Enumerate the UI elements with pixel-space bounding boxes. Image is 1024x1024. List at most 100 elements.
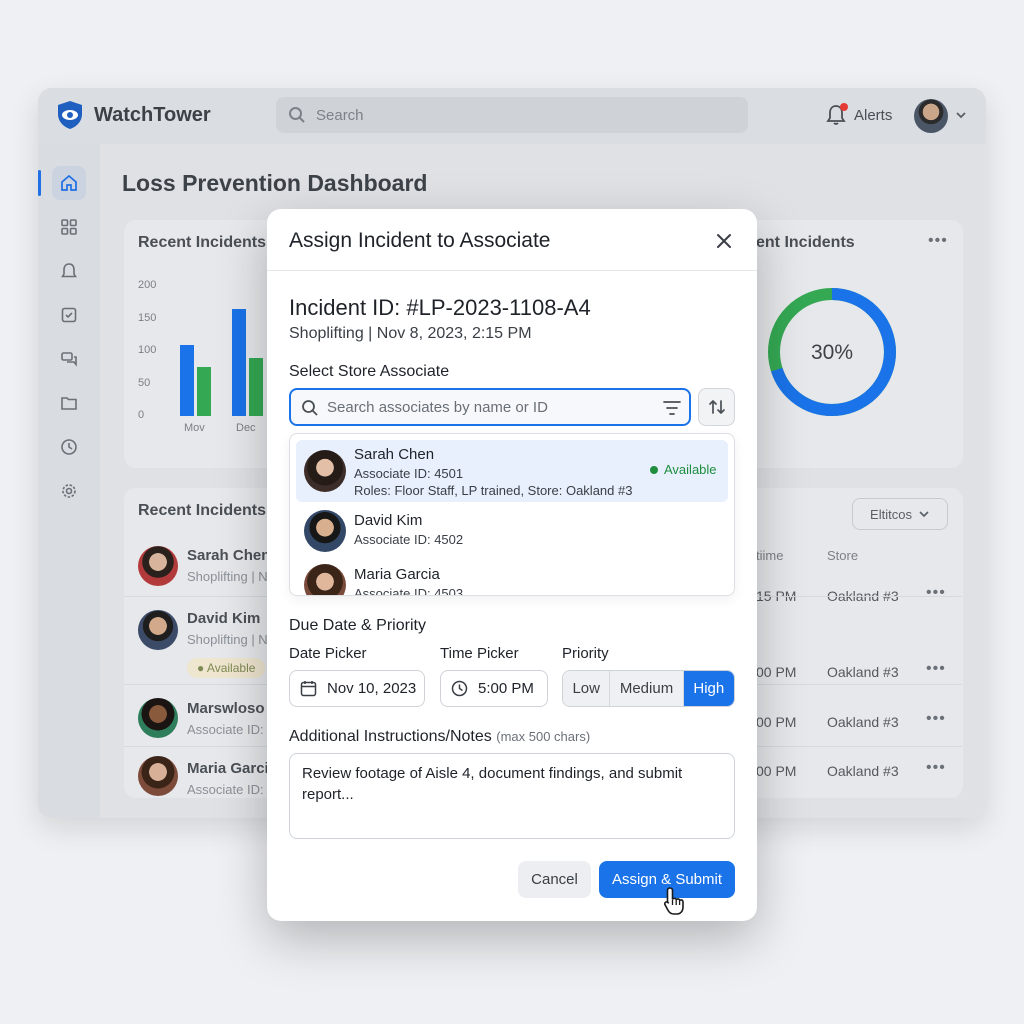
associate-roles: Roles: Floor Staff, LP trained, Store: O… — [354, 483, 633, 498]
alerts-button[interactable]: Alerts — [826, 103, 893, 126]
more-icon[interactable]: ••• — [926, 759, 946, 777]
y-tick-label: 0 — [138, 409, 145, 421]
notes-textarea[interactable]: Review footage of Aisle 4, document find… — [289, 753, 735, 839]
header-time: tiime — [756, 548, 784, 563]
priority-segmented-control: Low Medium High — [562, 670, 735, 707]
close-icon[interactable] — [713, 230, 735, 252]
clock-icon[interactable] — [52, 430, 86, 464]
avatar — [304, 510, 346, 552]
avatar — [138, 756, 178, 796]
filter-icon[interactable] — [663, 400, 681, 416]
hand-cursor-icon — [663, 887, 684, 915]
more-icon[interactable]: ••• — [928, 232, 948, 250]
priority-high[interactable]: High — [683, 671, 734, 706]
row-sub: Associate ID: — [187, 782, 264, 797]
row-sub: Associate ID: — [187, 722, 264, 737]
top-bar: WatchTower Search Alerts — [38, 88, 986, 144]
sort-icon — [708, 400, 725, 414]
home-icon[interactable] — [38, 166, 86, 200]
avatar — [304, 450, 346, 492]
notes-label-text: Additional Instructions/Notes — [289, 728, 492, 745]
associate-id: Associate ID: 4502 — [354, 532, 464, 547]
avatar — [138, 698, 178, 738]
table-card-title: Recent Incidents — [138, 502, 267, 519]
date-picker-label: Date Picker — [289, 645, 367, 662]
chat-icon[interactable] — [52, 342, 86, 376]
y-tick-label: 200 — [138, 279, 157, 291]
grid-icon[interactable] — [52, 210, 86, 244]
alert-dot — [840, 103, 848, 111]
bell-icon[interactable] — [52, 254, 86, 288]
more-icon[interactable]: ••• — [926, 710, 946, 728]
row-name: David Kim — [187, 610, 261, 627]
donut-card-title: ent Incidents — [756, 234, 855, 251]
chevron-down-icon — [919, 511, 929, 518]
row-name: Maria Garcia — [187, 760, 278, 777]
priority-label: Priority — [562, 645, 609, 662]
bell-icon — [826, 103, 848, 126]
global-search-placeholder: Search — [316, 106, 364, 124]
x-tick-label: Mov — [184, 422, 205, 434]
notes-label: Additional Instructions/Notes (max 500 c… — [289, 728, 590, 746]
more-icon[interactable]: ••• — [926, 660, 946, 678]
chart-card-title: Recent Incidents — [138, 234, 267, 251]
row-time: 00 PM — [756, 714, 797, 730]
dashboard-title: Loss Prevention Dashboard — [122, 170, 428, 196]
row-sub: Shoplifting | N — [187, 569, 268, 584]
filter-label: Eltitcos — [870, 506, 912, 522]
more-icon[interactable]: ••• — [926, 584, 946, 602]
associate-id: Associate ID: 4501 — [354, 466, 464, 481]
associate-option-maria-garcia[interactable]: Maria Garcia Associate ID: 4503 — [296, 558, 728, 596]
filter-button[interactable]: Eltitcos — [852, 498, 948, 530]
donut-percent: 30% — [811, 341, 853, 364]
priority-medium[interactable]: Medium — [610, 671, 684, 706]
modal-title: Assign Incident to Associate — [289, 229, 551, 252]
sort-button[interactable] — [698, 388, 735, 426]
y-tick-label: 150 — [138, 311, 157, 324]
associate-name: David Kim — [354, 512, 423, 529]
bar-mov-series-1 — [197, 367, 211, 416]
row-store: Oakland #3 — [827, 664, 899, 680]
row-name: Sarah Chen — [187, 547, 271, 564]
associate-name: Maria Garcia — [354, 566, 440, 583]
date-value: Nov 10, 2023 — [327, 680, 417, 697]
row-store: Oakland #3 — [827, 763, 899, 779]
y-tick-label: 100 — [138, 344, 157, 356]
associate-search[interactable] — [289, 388, 691, 426]
avatar — [138, 610, 178, 650]
bar-mov-series-0 — [180, 344, 194, 416]
row-time: 00 PM — [756, 664, 797, 680]
priority-low[interactable]: Low — [563, 671, 611, 706]
shield-eye-icon — [58, 101, 82, 129]
associate-id: Associate ID: 4503 — [354, 586, 464, 596]
sidebar — [38, 144, 100, 818]
x-tick-label: Dec — [236, 422, 256, 434]
checklist-icon[interactable] — [52, 298, 86, 332]
avatar — [304, 564, 346, 595]
folder-icon[interactable] — [52, 386, 86, 420]
associate-option-sarah-chen[interactable]: Sarah Chen Associate ID: 4501 Roles: Flo… — [296, 440, 728, 502]
modal-header: Assign Incident to Associate — [267, 209, 757, 271]
incident-id: Incident ID: #LP-2023-1108-A4 — [289, 295, 591, 320]
logo[interactable]: WatchTower — [56, 100, 211, 130]
bar-dec-series-1 — [249, 357, 263, 416]
search-icon — [302, 400, 318, 416]
associate-dropdown: Sarah Chen Associate ID: 4501 Roles: Flo… — [289, 433, 735, 596]
associate-option-david-kim[interactable]: David Kim Associate ID: 4502 — [296, 504, 728, 558]
app-name: WatchTower — [94, 103, 211, 126]
due-priority-label: Due Date & Priority — [289, 617, 426, 634]
row-name: Marswloso — [187, 700, 265, 717]
global-search[interactable]: Search — [276, 97, 748, 133]
cancel-button[interactable]: Cancel — [518, 861, 591, 898]
date-picker[interactable]: Nov 10, 2023 — [289, 670, 425, 707]
row-time: 00 PM — [756, 763, 797, 779]
associate-search-input[interactable] — [327, 396, 647, 418]
user-avatar[interactable] — [914, 99, 948, 133]
chevron-down-icon[interactable] — [954, 108, 968, 122]
alerts-label: Alerts — [854, 106, 893, 124]
status-badge: Available — [650, 462, 717, 477]
gear-icon[interactable] — [52, 474, 86, 508]
search-icon — [289, 107, 305, 123]
notes-hint: (max 500 chars) — [496, 729, 591, 744]
time-picker[interactable]: 5:00 PM — [440, 670, 548, 707]
